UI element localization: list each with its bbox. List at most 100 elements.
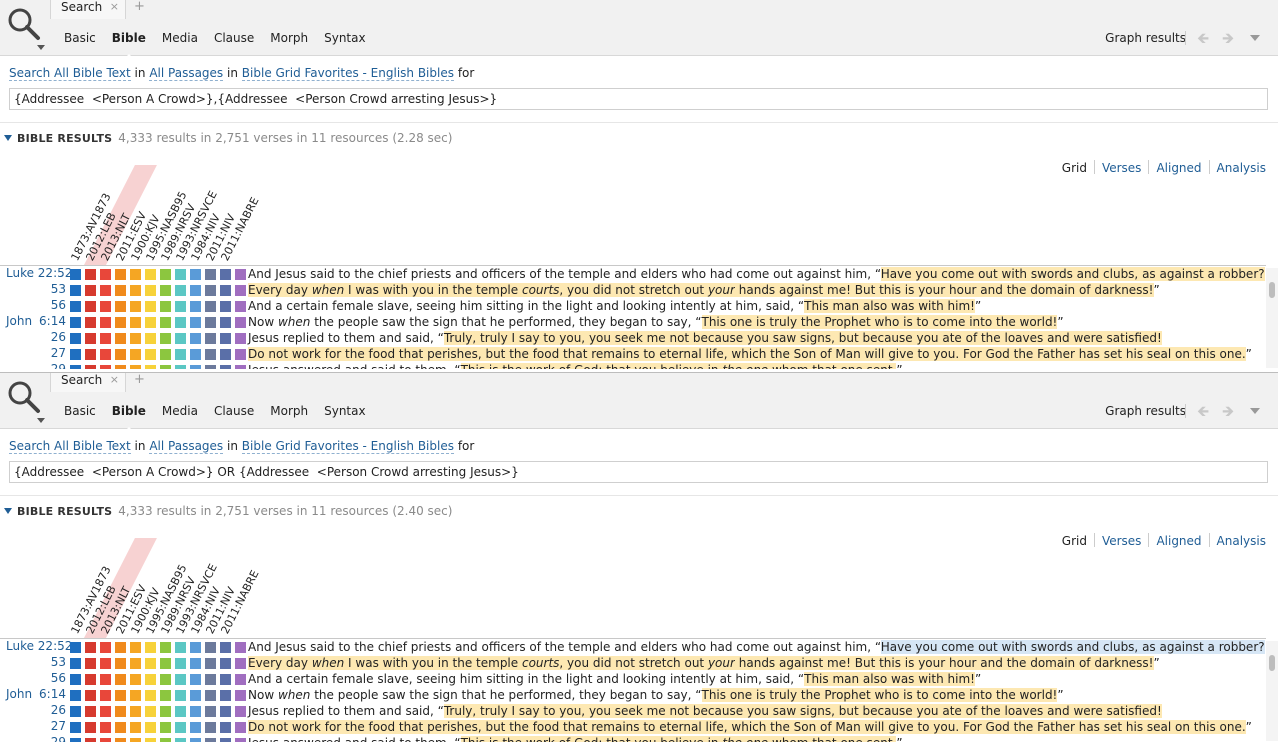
resource-hit-cell[interactable]: [205, 285, 216, 296]
view-aligned[interactable]: Aligned: [1156, 161, 1201, 175]
scrollbar-thumb[interactable]: [1269, 282, 1275, 298]
resource-hit-cell[interactable]: [85, 285, 96, 296]
resource-hit-cell[interactable]: [130, 301, 141, 312]
history-dropdown-icon[interactable]: [1250, 408, 1260, 414]
resource-hit-cell[interactable]: [145, 349, 156, 360]
tab-syntax[interactable]: Syntax: [316, 403, 373, 425]
resource-hit-cell[interactable]: [70, 269, 81, 280]
verse-row[interactable]: 53 Every day when I was with you in the t…: [0, 282, 1266, 298]
verse-text[interactable]: Every day when I was with you in the tem…: [248, 655, 1160, 671]
resource-hit-cell[interactable]: [160, 285, 171, 296]
bible-results-header[interactable]: BIBLE RESULTS 4,333 results in 2,751 vers…: [4, 504, 452, 518]
resource-hit-cell[interactable]: [115, 333, 126, 344]
resource-hit-cell[interactable]: [175, 333, 186, 344]
resource-hit-cell[interactable]: [130, 333, 141, 344]
verse-text[interactable]: And Jesus said to the chief priests and …: [248, 639, 1265, 655]
search-icon[interactable]: [6, 379, 42, 415]
resource-hit-cell[interactable]: [70, 365, 81, 369]
resource-hit-cell[interactable]: [235, 674, 246, 685]
tab-basic[interactable]: Basic: [56, 403, 104, 425]
passages-link[interactable]: All Passages: [149, 439, 224, 454]
verse-row[interactable]: 26 Jesus replied to them and said, “Truly…: [0, 703, 1266, 719]
search-menu-dropdown-icon[interactable]: [37, 418, 45, 423]
resource-hit-cell[interactable]: [145, 722, 156, 733]
resource-hit-cell[interactable]: [175, 658, 186, 669]
resource-hit-cell[interactable]: [115, 349, 126, 360]
resource-hit-cell[interactable]: [160, 706, 171, 717]
resource-hit-cell[interactable]: [115, 365, 126, 369]
resource-hit-cell[interactable]: [175, 317, 186, 328]
verse-row[interactable]: 27 Do not work for the food that perishes…: [0, 719, 1266, 735]
resource-hit-cell[interactable]: [205, 690, 216, 701]
search-scope-link[interactable]: Search All Bible Text: [9, 439, 131, 454]
resource-hit-cell[interactable]: [115, 285, 126, 296]
resource-hit-cell[interactable]: [205, 269, 216, 280]
verse-row[interactable]: John 6:14 Now when the people saw the sign…: [0, 314, 1266, 330]
back-arrow-icon[interactable]: 🡸: [1197, 401, 1209, 426]
resource-hit-cell[interactable]: [70, 722, 81, 733]
verse-text[interactable]: Now when the people saw the sign that he…: [248, 314, 1064, 330]
resource-hit-cell[interactable]: [145, 642, 156, 653]
resource-hit-cell[interactable]: [175, 722, 186, 733]
resource-hit-cell[interactable]: [145, 690, 156, 701]
resource-hit-cell[interactable]: [190, 642, 201, 653]
verse-reference[interactable]: John: [6, 314, 32, 328]
verse-reference[interactable]: Luke 22:52: [6, 266, 72, 280]
resource-hit-cell[interactable]: [205, 349, 216, 360]
resource-hit-cell[interactable]: [205, 722, 216, 733]
tab-close-icon[interactable]: ×: [110, 373, 119, 386]
resource-hit-cell[interactable]: [85, 349, 96, 360]
resource-hit-cell[interactable]: [85, 365, 96, 369]
resource-hit-cell[interactable]: [70, 349, 81, 360]
resource-hit-cell[interactable]: [190, 365, 201, 369]
resource-hit-cell[interactable]: [235, 642, 246, 653]
resource-hit-cell[interactable]: [130, 738, 141, 742]
verse-number[interactable]: 27: [51, 346, 66, 360]
verse-row[interactable]: Luke 22:52 And Jesus said to the chief pr…: [0, 639, 1266, 655]
resource-hit-cell[interactable]: [115, 642, 126, 653]
verse-text[interactable]: Jesus answered and said to them, “This i…: [248, 735, 903, 742]
verse-row[interactable]: 56 And a certain female slave, seeing him…: [0, 671, 1266, 687]
view-verses[interactable]: Verses: [1102, 534, 1141, 548]
resource-hit-cell[interactable]: [235, 738, 246, 742]
resource-hit-cell[interactable]: [130, 317, 141, 328]
resource-hit-cell[interactable]: [115, 658, 126, 669]
resource-hit-cell[interactable]: [130, 722, 141, 733]
tab-bible[interactable]: Bible: [104, 30, 154, 59]
tab-bible[interactable]: Bible: [104, 403, 154, 432]
resource-hit-cell[interactable]: [190, 285, 201, 296]
tab-media[interactable]: Media: [154, 30, 206, 52]
resource-hit-cell[interactable]: [160, 722, 171, 733]
resource-collection-link[interactable]: Bible Grid Favorites - English Bibles: [241, 439, 454, 454]
tab-add-icon[interactable]: +: [134, 373, 145, 387]
resource-hit-cell[interactable]: [130, 285, 141, 296]
passages-link[interactable]: All Passages: [149, 66, 224, 81]
resource-hit-cell[interactable]: [85, 269, 96, 280]
resource-hit-cell[interactable]: [70, 285, 81, 296]
verse-number[interactable]: 29: [51, 735, 66, 742]
resource-hit-cell[interactable]: [190, 269, 201, 280]
collapse-triangle-icon[interactable]: [4, 135, 12, 141]
resource-hit-cell[interactable]: [100, 333, 111, 344]
tab-add-icon[interactable]: +: [134, 0, 145, 14]
graph-results-button[interactable]: Graph results: [1105, 30, 1186, 46]
resource-hit-cell[interactable]: [85, 738, 96, 742]
resource-hit-cell[interactable]: [190, 333, 201, 344]
resource-hit-cell[interactable]: [205, 333, 216, 344]
resource-hit-cell[interactable]: [100, 690, 111, 701]
tab-morph[interactable]: Morph: [262, 30, 316, 52]
resource-hit-cell[interactable]: [115, 301, 126, 312]
history-dropdown-icon[interactable]: [1250, 35, 1260, 41]
resource-hit-cell[interactable]: [190, 706, 201, 717]
verse-row[interactable]: John 6:14 Now when the people saw the sign…: [0, 687, 1266, 703]
resource-hit-cell[interactable]: [70, 333, 81, 344]
verse-number[interactable]: 53: [51, 282, 66, 296]
tab-search[interactable]: Search ×: [50, 0, 126, 19]
verse-number[interactable]: 6:14: [39, 314, 66, 328]
resource-collection-link[interactable]: Bible Grid Favorites - English Bibles: [241, 66, 454, 81]
resource-hit-cell[interactable]: [205, 658, 216, 669]
resource-hit-cell[interactable]: [190, 349, 201, 360]
resource-hit-cell[interactable]: [220, 301, 231, 312]
resource-hit-cell[interactable]: [70, 690, 81, 701]
verse-number[interactable]: 26: [51, 703, 66, 717]
